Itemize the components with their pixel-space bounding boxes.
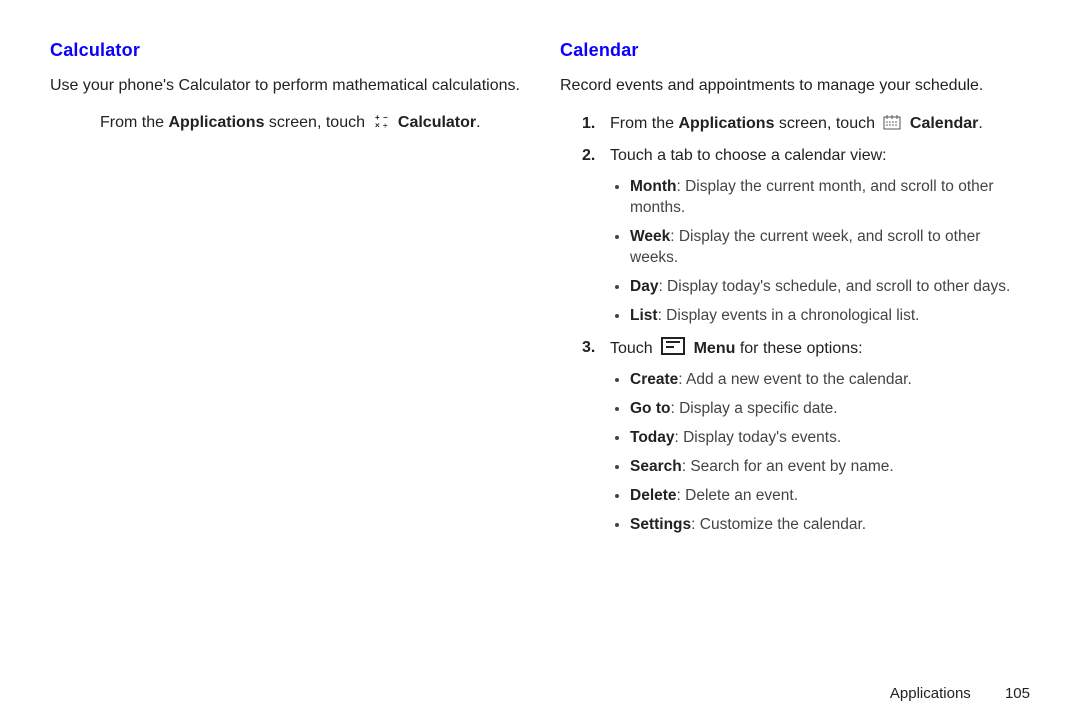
step-number: 1. <box>582 113 595 135</box>
list-item: List: Display events in a chronological … <box>630 306 1030 327</box>
text: screen, touch <box>264 114 369 131</box>
list-item: Create: Add a new event to the calendar. <box>630 370 1030 391</box>
svg-text:÷: ÷ <box>383 121 388 129</box>
left-column: Calculator Use your phone's Calculator t… <box>50 40 520 132</box>
calculator-step: From the Applications screen, touch + − … <box>50 113 520 132</box>
calculator-heading: Calculator <box>50 40 520 61</box>
svg-text:×: × <box>375 121 380 129</box>
option-desc: : Add a new event to the calendar. <box>678 371 912 388</box>
list-item: Settings: Customize the calendar. <box>630 515 1030 536</box>
list-item: Day: Display today's schedule, and scrol… <box>630 277 1030 298</box>
text: From the <box>100 114 168 131</box>
page-footer: Applications 105 <box>890 685 1030 702</box>
option-label: Day <box>630 278 658 295</box>
list-item: Go to: Display a specific date. <box>630 399 1030 420</box>
view-options-list: Month: Display the current month, and sc… <box>560 177 1030 327</box>
text: From the <box>610 115 678 132</box>
option-label: Go to <box>630 400 670 417</box>
menu-label: Menu <box>694 340 736 357</box>
list-item: Month: Display the current month, and sc… <box>630 177 1030 219</box>
right-column: Calendar Record events and appointments … <box>560 40 1030 546</box>
calendar-heading: Calendar <box>560 40 1030 61</box>
option-label: Search <box>630 458 682 475</box>
option-desc: : Customize the calendar. <box>691 516 866 533</box>
option-label: List <box>630 307 658 324</box>
calendar-icon <box>883 114 901 130</box>
option-label: Create <box>630 371 678 388</box>
calendar-intro: Record events and appointments to manage… <box>560 75 1030 97</box>
calendar-step-3: 3. Touch Menu for these options: <box>560 337 1030 360</box>
option-label: Today <box>630 429 675 446</box>
option-desc: : Search for an event by name. <box>682 458 894 475</box>
step-number: 2. <box>582 145 595 167</box>
manual-page: Calculator Use your phone's Calculator t… <box>0 0 1080 720</box>
list-item: Delete: Delete an event. <box>630 486 1030 507</box>
calculator-app-label: Calculator <box>398 114 476 131</box>
calculator-icon: + − × ÷ <box>373 113 389 129</box>
option-desc: : Display events in a chronological list… <box>658 307 920 324</box>
option-desc: : Display the current week, and scroll t… <box>630 228 980 266</box>
option-desc: : Display today's schedule, and scroll t… <box>658 278 1010 295</box>
option-label: Delete <box>630 487 677 504</box>
option-label: Month <box>630 178 676 195</box>
text: Touch <box>610 340 657 357</box>
menu-options-list: Create: Add a new event to the calendar.… <box>560 370 1030 536</box>
page-number: 105 <box>1005 685 1030 702</box>
list-item: Today: Display today's events. <box>630 428 1030 449</box>
option-label: Week <box>630 228 670 245</box>
calendar-step-1: 1. From the Applications screen, touch C… <box>560 113 1030 135</box>
period: . <box>978 115 982 132</box>
calendar-app-label: Calendar <box>910 115 978 132</box>
applications-label: Applications <box>168 114 264 131</box>
option-desc: : Delete an event. <box>677 487 799 504</box>
calculator-intro: Use your phone's Calculator to perform m… <box>50 75 520 97</box>
option-desc: : Display a specific date. <box>670 400 837 417</box>
text: screen, touch <box>774 115 879 132</box>
step-number: 3. <box>582 337 595 359</box>
list-item: Search: Search for an event by name. <box>630 457 1030 478</box>
option-desc: : Display the current month, and scroll … <box>630 178 994 216</box>
option-label: Settings <box>630 516 691 533</box>
calendar-step-2: 2. Touch a tab to choose a calendar view… <box>560 145 1030 167</box>
text: for these options: <box>735 340 862 357</box>
footer-section: Applications <box>890 685 971 702</box>
menu-icon <box>661 337 685 355</box>
applications-label: Applications <box>678 115 774 132</box>
list-item: Week: Display the current week, and scro… <box>630 227 1030 269</box>
option-desc: : Display today's events. <box>675 429 842 446</box>
period: . <box>476 114 480 131</box>
step-2-text: Touch a tab to choose a calendar view: <box>610 147 887 164</box>
